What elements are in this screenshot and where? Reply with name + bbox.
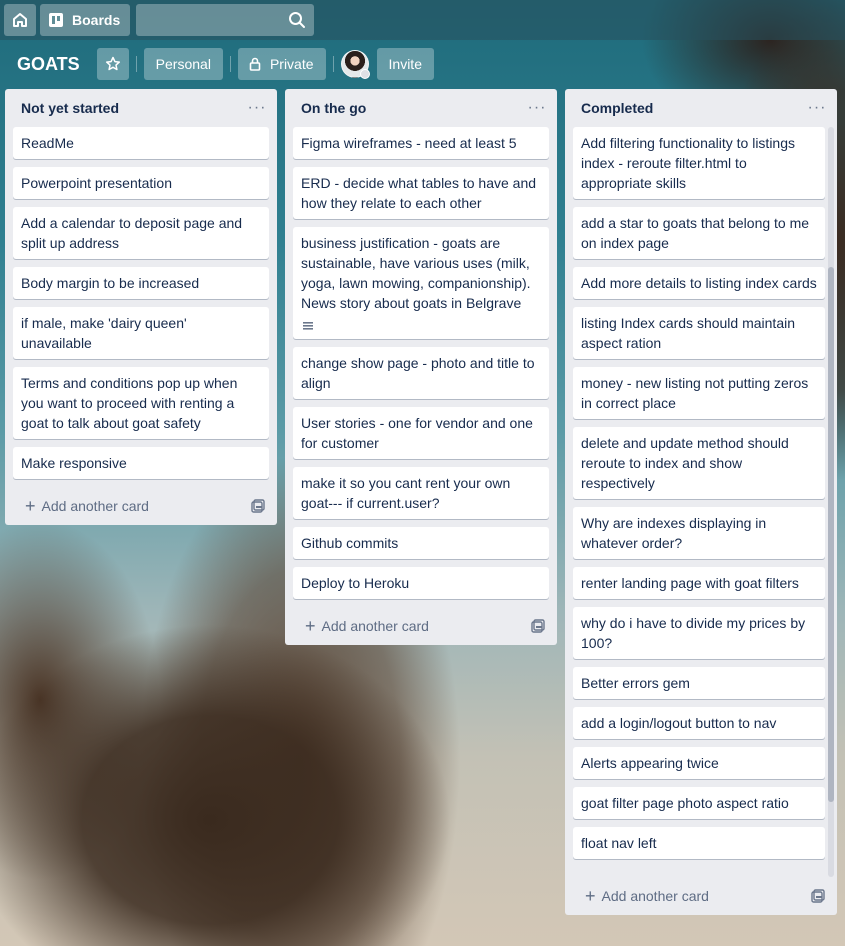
- card[interactable]: change show page - photo and title to al…: [293, 347, 549, 399]
- divider: [332, 56, 334, 72]
- list-header: Completed ···: [565, 89, 837, 127]
- card[interactable]: delete and update method should reroute …: [573, 427, 825, 499]
- card-scroll-area[interactable]: Add filtering functionality to listings …: [565, 127, 837, 877]
- list-not-yet-started: Not yet started ··· ReadMe Powerpoint pr…: [5, 89, 277, 525]
- admin-badge-icon: [359, 69, 370, 79]
- boards-label: Boards: [72, 12, 121, 28]
- card[interactable]: Make responsive: [13, 447, 269, 479]
- home-button[interactable]: [4, 4, 36, 36]
- plus-icon: +: [585, 886, 596, 906]
- card[interactable]: Alerts appearing twice: [573, 747, 825, 779]
- card[interactable]: Why are indexes displaying in whatever o…: [573, 507, 825, 559]
- template-icon[interactable]: [811, 889, 825, 903]
- search-box[interactable]: [136, 4, 315, 36]
- privacy-button[interactable]: Private: [237, 48, 326, 80]
- list-title[interactable]: On the go: [301, 100, 366, 116]
- add-card-button[interactable]: + Add another card: [585, 886, 709, 906]
- add-card-button[interactable]: + Add another card: [25, 496, 149, 516]
- card[interactable]: Github commits: [293, 527, 549, 559]
- card[interactable]: business justification - goats are susta…: [293, 227, 549, 339]
- card[interactable]: listing Index cards should maintain aspe…: [573, 307, 825, 359]
- list-title[interactable]: Completed: [581, 100, 653, 116]
- card[interactable]: make it so you cant rent your own goat--…: [293, 467, 549, 519]
- scrollbar-thumb[interactable]: [828, 267, 834, 802]
- star-icon: [105, 56, 120, 71]
- add-card-label: Add another card: [41, 498, 149, 514]
- list-menu-icon[interactable]: ···: [527, 98, 547, 118]
- list-on-the-go: On the go ··· Figma wireframes - need at…: [285, 89, 557, 645]
- card[interactable]: float nav left: [573, 827, 825, 859]
- card[interactable]: Body margin to be increased: [13, 267, 269, 299]
- card[interactable]: Add a calendar to deposit page and split…: [13, 207, 269, 259]
- card-text: business justification - goats are susta…: [301, 235, 531, 311]
- card[interactable]: Deploy to Heroku: [293, 567, 549, 599]
- card[interactable]: Figma wireframes - need at least 5: [293, 127, 549, 159]
- description-icon: [303, 322, 313, 330]
- search-icon[interactable]: [288, 11, 306, 29]
- lock-icon: [249, 57, 261, 71]
- card[interactable]: ReadMe: [13, 127, 269, 159]
- card[interactable]: why do i have to divide my prices by 100…: [573, 607, 825, 659]
- add-card-button[interactable]: + Add another card: [305, 616, 429, 636]
- scrollbar[interactable]: [828, 127, 834, 877]
- board-header: GOATS Personal Private Invite: [0, 40, 845, 88]
- board-title[interactable]: GOATS: [17, 54, 80, 75]
- template-icon[interactable]: [531, 619, 545, 633]
- divider: [229, 56, 231, 72]
- list-footer: + Add another card: [5, 487, 277, 525]
- top-bar: Boards: [0, 0, 845, 40]
- divider: [135, 56, 137, 72]
- boards-button[interactable]: Boards: [40, 4, 131, 36]
- list-footer: + Add another card: [565, 877, 837, 915]
- list-completed: Completed ··· Add filtering functionalit…: [565, 89, 837, 915]
- add-card-label: Add another card: [601, 888, 709, 904]
- list-menu-icon[interactable]: ···: [807, 98, 827, 118]
- card[interactable]: Powerpoint presentation: [13, 167, 269, 199]
- card-container: Figma wireframes - need at least 5 ERD -…: [285, 127, 557, 599]
- invite-button[interactable]: Invite: [376, 48, 434, 80]
- card[interactable]: if male, make 'dairy queen' unavailable: [13, 307, 269, 359]
- template-icon[interactable]: [251, 499, 265, 513]
- card[interactable]: User stories - one for vendor and one fo…: [293, 407, 549, 459]
- list-header: On the go ···: [285, 89, 557, 127]
- boards-icon: [49, 13, 63, 27]
- plus-icon: +: [305, 616, 316, 636]
- card[interactable]: add a login/logout button to nav: [573, 707, 825, 739]
- avatar[interactable]: [340, 50, 370, 79]
- privacy-label: Private: [269, 56, 314, 72]
- card[interactable]: renter landing page with goat filters: [573, 567, 825, 599]
- card[interactable]: Add filtering functionality to listings …: [573, 127, 825, 199]
- card[interactable]: add a star to goats that belong to me on…: [573, 207, 825, 259]
- list-header: Not yet started ···: [5, 89, 277, 127]
- card-container: Add filtering functionality to listings …: [565, 127, 837, 859]
- card[interactable]: Better errors gem: [573, 667, 825, 699]
- list-footer: + Add another card: [285, 607, 557, 645]
- card[interactable]: ERD - decide what tables to have and how…: [293, 167, 549, 219]
- plus-icon: +: [25, 496, 36, 516]
- card-container: ReadMe Powerpoint presentation Add a cal…: [5, 127, 277, 479]
- card[interactable]: Add more details to listing index cards: [573, 267, 825, 299]
- list-menu-icon[interactable]: ···: [247, 98, 267, 118]
- card[interactable]: goat filter page photo aspect ratio: [573, 787, 825, 819]
- add-card-label: Add another card: [321, 618, 429, 634]
- home-icon: [13, 13, 27, 27]
- card[interactable]: Terms and conditions pop up when you wan…: [13, 367, 269, 439]
- list-title[interactable]: Not yet started: [21, 100, 119, 116]
- card[interactable]: money - new listing not putting zeros in…: [573, 367, 825, 419]
- star-button[interactable]: [96, 48, 129, 80]
- team-visibility-button[interactable]: Personal: [143, 48, 223, 80]
